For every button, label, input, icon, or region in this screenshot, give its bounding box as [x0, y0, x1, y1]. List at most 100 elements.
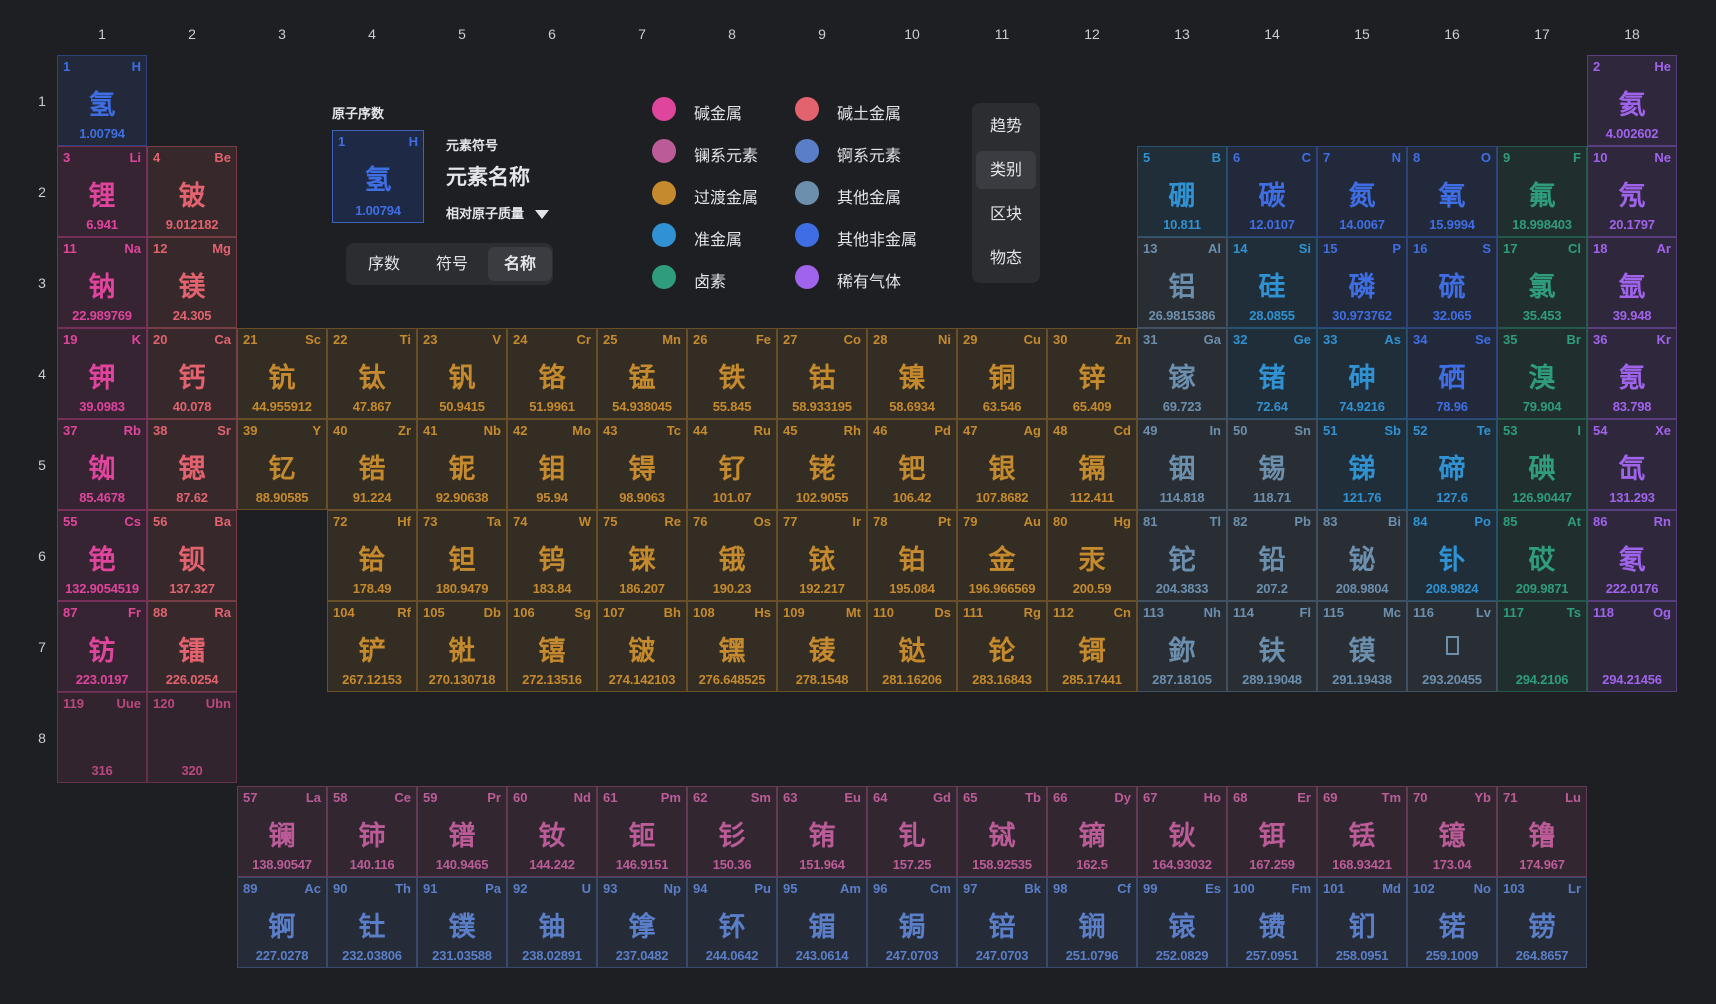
element-cell-tb[interactable]: 65 Tb 铽 158.92535	[957, 786, 1047, 877]
view-mode-3[interactable]: 物态	[976, 239, 1036, 277]
element-cell-pb[interactable]: 82 Pb 铅 207.2	[1227, 510, 1317, 601]
element-cell-es[interactable]: 99 Es 锿 252.0829	[1137, 877, 1227, 968]
element-cell-cr[interactable]: 24 Cr 铬 51.9961	[507, 328, 597, 419]
display-mode-1[interactable]: 符号	[420, 247, 484, 281]
element-cell-uue[interactable]: 119 Uue 316	[57, 692, 147, 783]
element-cell-re[interactable]: 75 Re 铼 186.207	[597, 510, 687, 601]
element-cell-ts[interactable]: 117 Ts 294.2106	[1497, 601, 1587, 692]
element-cell-fe[interactable]: 26 Fe 铁 55.845	[687, 328, 777, 419]
element-cell-u[interactable]: 92 U 铀 238.02891	[507, 877, 597, 968]
element-cell-ga[interactable]: 31 Ga 镓 69.723	[1137, 328, 1227, 419]
element-cell-na[interactable]: 11 Na 钠 22.989769	[57, 237, 147, 328]
element-cell-cu[interactable]: 29 Cu 铜 63.546	[957, 328, 1047, 419]
element-cell-mc[interactable]: 115 Mc 镆 291.19438	[1317, 601, 1407, 692]
element-cell-v[interactable]: 23 V 钒 50.9415	[417, 328, 507, 419]
element-cell-te[interactable]: 52 Te 碲 127.6	[1407, 419, 1497, 510]
view-mode-2[interactable]: 区块	[976, 195, 1036, 233]
element-cell-rh[interactable]: 45 Rh 铑 102.9055	[777, 419, 867, 510]
element-cell-b[interactable]: 5 B 硼 10.811	[1137, 146, 1227, 237]
element-cell-mn[interactable]: 25 Mn 锰 54.938045	[597, 328, 687, 419]
element-cell-er[interactable]: 68 Er 铒 167.259	[1227, 786, 1317, 877]
element-cell-f[interactable]: 9 F 氟 18.998403	[1497, 146, 1587, 237]
element-cell-am[interactable]: 95 Am 镅 243.0614	[777, 877, 867, 968]
element-cell-rb[interactable]: 37 Rb 铷 85.4678	[57, 419, 147, 510]
element-cell-ni[interactable]: 28 Ni 镍 58.6934	[867, 328, 957, 419]
element-cell-gd[interactable]: 64 Gd 钆 157.25	[867, 786, 957, 877]
element-cell-eu[interactable]: 63 Eu 铕 151.964	[777, 786, 867, 877]
element-cell-pd[interactable]: 46 Pd 钯 106.42	[867, 419, 957, 510]
element-cell-ru[interactable]: 44 Ru 钌 101.07	[687, 419, 777, 510]
element-cell-rg[interactable]: 111 Rg 𬬭 283.16843	[957, 601, 1047, 692]
element-cell-yb[interactable]: 70 Yb 镱 173.04	[1407, 786, 1497, 877]
element-cell-sb[interactable]: 51 Sb 锑 121.76	[1317, 419, 1407, 510]
element-cell-li[interactable]: 3 Li 锂 6.941	[57, 146, 147, 237]
element-cell-nd[interactable]: 60 Nd 钕 144.242	[507, 786, 597, 877]
display-mode-2[interactable]: 名称	[488, 247, 552, 281]
element-cell-ar[interactable]: 18 Ar 氩 39.948	[1587, 237, 1677, 328]
element-cell-p[interactable]: 15 P 磷 30.973762	[1317, 237, 1407, 328]
element-cell-ce[interactable]: 58 Ce 铈 140.116	[327, 786, 417, 877]
element-cell-lv[interactable]: 116 Lv 293.20455	[1407, 601, 1497, 692]
element-cell-og[interactable]: 118 Og 294.21456	[1587, 601, 1677, 692]
element-cell-br[interactable]: 35 Br 溴 79.904	[1497, 328, 1587, 419]
element-cell-ta[interactable]: 73 Ta 钽 180.9479	[417, 510, 507, 601]
element-cell-cf[interactable]: 98 Cf 锎 251.0796	[1047, 877, 1137, 968]
element-cell-cl[interactable]: 17 Cl 氯 35.453	[1497, 237, 1587, 328]
element-cell-ds[interactable]: 110 Ds 𫟼 281.16206	[867, 601, 957, 692]
element-cell-rf[interactable]: 104 Rf 铲 267.12153	[327, 601, 417, 692]
element-cell-hs[interactable]: 108 Hs 𬭶 276.648525	[687, 601, 777, 692]
element-cell-la[interactable]: 57 La 镧 138.90547	[237, 786, 327, 877]
element-cell-hf[interactable]: 72 Hf 铪 178.49	[327, 510, 417, 601]
view-mode-1[interactable]: 类别	[976, 151, 1036, 189]
element-cell-np[interactable]: 93 Np 镎 237.0482	[597, 877, 687, 968]
element-cell-as[interactable]: 33 As 砷 74.9216	[1317, 328, 1407, 419]
element-cell-pu[interactable]: 94 Pu 钚 244.0642	[687, 877, 777, 968]
element-cell-fr[interactable]: 87 Fr 钫 223.0197	[57, 601, 147, 692]
element-cell-cn[interactable]: 112 Cn 鿔 285.17441	[1047, 601, 1137, 692]
element-cell-db[interactable]: 105 Db 𬭊 270.130718	[417, 601, 507, 692]
element-cell-at[interactable]: 85 At 砹 209.9871	[1497, 510, 1587, 601]
element-cell-si[interactable]: 14 Si 硅 28.0855	[1227, 237, 1317, 328]
element-cell-tc[interactable]: 43 Tc 锝 98.9063	[597, 419, 687, 510]
element-cell-he[interactable]: 2 He 氦 4.002602	[1587, 55, 1677, 146]
element-cell-cs[interactable]: 55 Cs 铯 132.9054519	[57, 510, 147, 601]
element-cell-mo[interactable]: 42 Mo 钼 95.94	[507, 419, 597, 510]
element-cell-bi[interactable]: 83 Bi 铋 208.9804	[1317, 510, 1407, 601]
element-cell-co[interactable]: 27 Co 钴 58.933195	[777, 328, 867, 419]
element-cell-ubn[interactable]: 120 Ubn 320	[147, 692, 237, 783]
element-cell-ge[interactable]: 32 Ge 锗 72.64	[1227, 328, 1317, 419]
element-cell-kr[interactable]: 36 Kr 氪 83.798	[1587, 328, 1677, 419]
display-mode-0[interactable]: 序数	[352, 247, 416, 281]
element-cell-dy[interactable]: 66 Dy 镝 162.5	[1047, 786, 1137, 877]
element-cell-pr[interactable]: 59 Pr 镨 140.9465	[417, 786, 507, 877]
element-cell-tm[interactable]: 69 Tm 铥 168.93421	[1317, 786, 1407, 877]
element-cell-cd[interactable]: 48 Cd 镉 112.411	[1047, 419, 1137, 510]
element-cell-cm[interactable]: 96 Cm 锔 247.0703	[867, 877, 957, 968]
element-cell-sr[interactable]: 38 Sr 锶 87.62	[147, 419, 237, 510]
element-cell-lr[interactable]: 103 Lr 铹 264.8657	[1497, 877, 1587, 968]
element-cell-ir[interactable]: 77 Ir 铱 192.217	[777, 510, 867, 601]
element-cell-xe[interactable]: 54 Xe 氙 131.293	[1587, 419, 1677, 510]
element-cell-ba[interactable]: 56 Ba 钡 137.327	[147, 510, 237, 601]
element-cell-rn[interactable]: 86 Rn 氡 222.0176	[1587, 510, 1677, 601]
element-cell-k[interactable]: 19 K 钾 39.0983	[57, 328, 147, 419]
element-cell-mg[interactable]: 12 Mg 镁 24.305	[147, 237, 237, 328]
element-cell-y[interactable]: 39 Y 钇 88.90585	[237, 419, 327, 510]
element-cell-w[interactable]: 74 W 钨 183.84	[507, 510, 597, 601]
element-cell-bk[interactable]: 97 Bk 锫 247.0703	[957, 877, 1047, 968]
element-cell-ca[interactable]: 20 Ca 钙 40.078	[147, 328, 237, 419]
element-cell-h[interactable]: 1 H 氢 1.00794	[57, 55, 147, 146]
mass-dropdown-icon[interactable]	[534, 210, 549, 219]
element-cell-zn[interactable]: 30 Zn 锌 65.409	[1047, 328, 1137, 419]
element-cell-c[interactable]: 6 C 碳 12.0107	[1227, 146, 1317, 237]
element-cell-au[interactable]: 79 Au 金 196.966569	[957, 510, 1047, 601]
element-cell-ti[interactable]: 22 Ti 钛 47.867	[327, 328, 417, 419]
element-cell-ra[interactable]: 88 Ra 镭 226.0254	[147, 601, 237, 692]
element-cell-ne[interactable]: 10 Ne 氖 20.1797	[1587, 146, 1677, 237]
element-cell-o[interactable]: 8 O 氧 15.9994	[1407, 146, 1497, 237]
element-cell-ho[interactable]: 67 Ho 钬 164.93032	[1137, 786, 1227, 877]
element-cell-be[interactable]: 4 Be 铍 9.012182	[147, 146, 237, 237]
element-cell-pa[interactable]: 91 Pa 镤 231.03588	[417, 877, 507, 968]
element-cell-bh[interactable]: 107 Bh 𬭛 274.142103	[597, 601, 687, 692]
element-cell-fm[interactable]: 100 Fm 镄 257.0951	[1227, 877, 1317, 968]
